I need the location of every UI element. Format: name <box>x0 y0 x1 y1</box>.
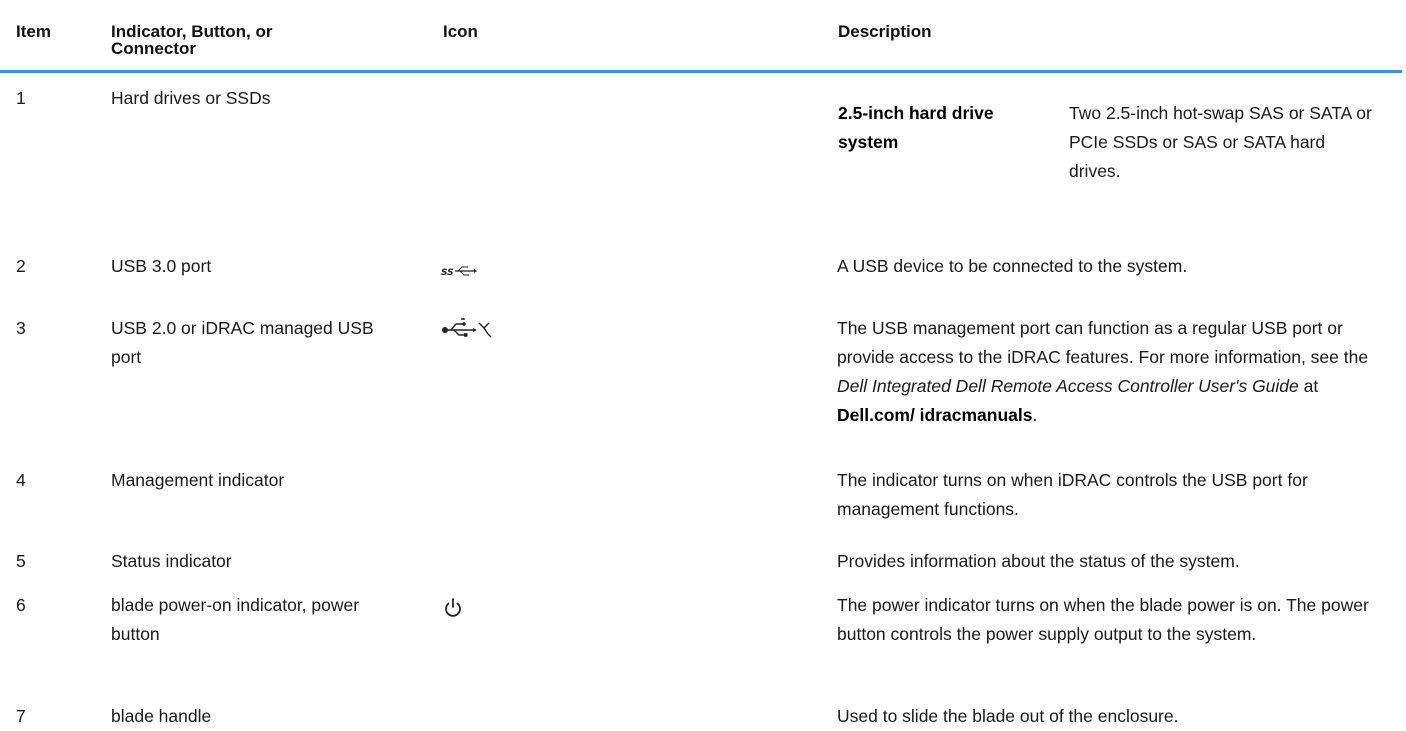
row-description: A USB device to be connected to the syst… <box>837 256 1188 276</box>
row-item-number: 5 <box>16 551 26 571</box>
row-indicator: USB 3.0 port <box>111 256 212 276</box>
usb-superspeed-icon: SS <box>441 258 477 287</box>
row-description: Used to slide the blade out of the enclo… <box>837 706 1179 726</box>
row-indicator: blade handle <box>111 706 212 726</box>
row-description: The USB management port can function as … <box>837 314 1377 430</box>
table-header: Item Indicator, Button, or Connector Ico… <box>0 0 1406 70</box>
header-icon: Icon <box>443 22 478 41</box>
row-indicator: Management indicator <box>111 470 285 490</box>
header-description: Description <box>838 22 932 41</box>
usb-idrac-icon <box>441 318 497 347</box>
sub-table-label: 2.5-inch hard drive system <box>838 103 994 152</box>
manual-link[interactable]: Dell.com/ idracmanuals <box>837 405 1033 425</box>
svg-text:SS: SS <box>441 268 454 278</box>
header-item: Item <box>16 22 51 41</box>
row-indicator: blade power-on indicator, power button <box>111 595 360 644</box>
table-row: 1 Hard drives or SSDs 2.5-inch hard driv… <box>0 84 1406 184</box>
description-text: at <box>1298 376 1319 396</box>
description-text: The USB management port can function as … <box>837 318 1369 367</box>
guide-title: Dell Integrated Dell Remote Access Contr… <box>837 376 1299 396</box>
sub-table-text: Two 2.5-inch hot-swap SAS or SATA or PCI… <box>1069 103 1372 181</box>
row-indicator: USB 2.0 or iDRAC managed USB port <box>111 318 374 367</box>
row-description: Provides information about the status of… <box>837 551 1240 571</box>
power-icon <box>443 597 463 628</box>
row-item-number: 3 <box>16 318 26 338</box>
row-item-number: 4 <box>16 470 26 490</box>
row-item-number: 7 <box>16 706 26 726</box>
row-description: The indicator turns on when iDRAC contro… <box>837 470 1308 519</box>
row-indicator: Hard drives or SSDs <box>111 88 271 108</box>
row-item-number: 1 <box>16 88 26 108</box>
header-indicator: Indicator, Button, or Connector <box>111 22 273 58</box>
row-indicator: Status indicator <box>111 551 232 571</box>
header-rule <box>0 70 1402 73</box>
description-text: . <box>1032 405 1038 425</box>
row-item-number: 2 <box>16 256 26 276</box>
row-item-number: 6 <box>16 595 26 615</box>
row-description: The power indicator turns on when the bl… <box>837 595 1369 644</box>
